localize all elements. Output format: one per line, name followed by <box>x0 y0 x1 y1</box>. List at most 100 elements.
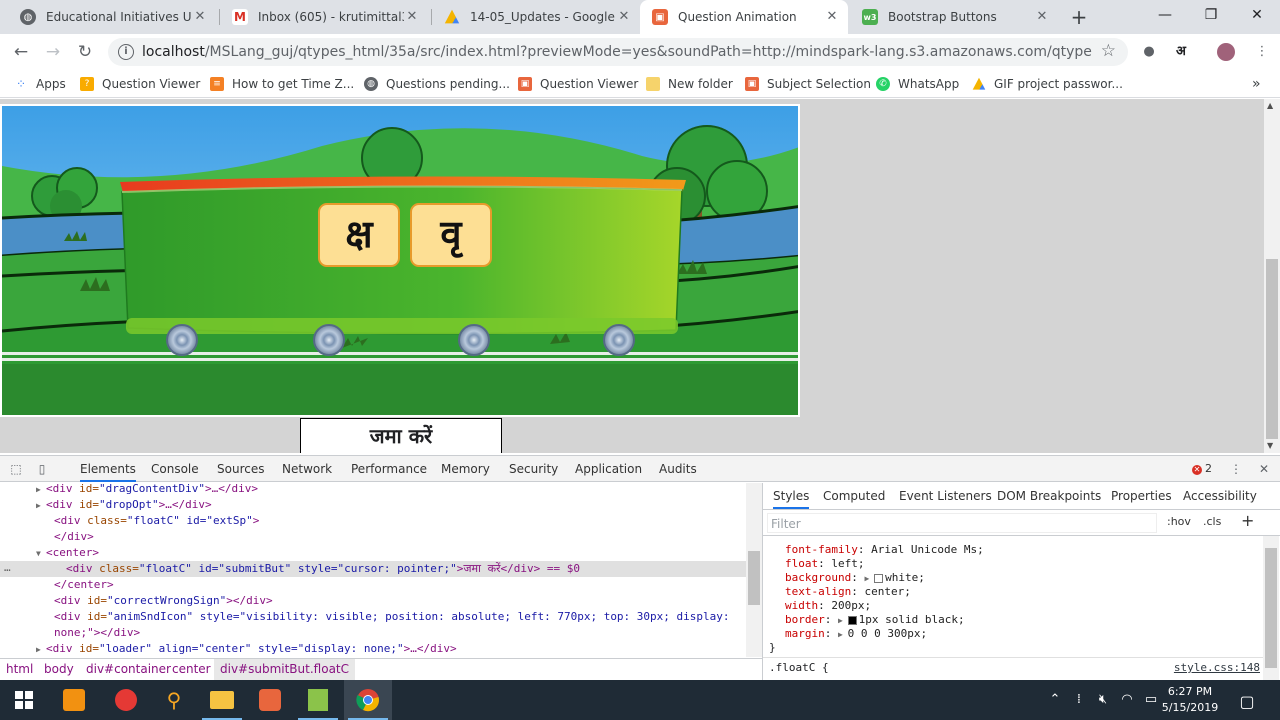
dom-node-line[interactable]: ▶ <div id="loader" align="center" style="… <box>0 641 746 657</box>
forward-button[interactable]: → <box>40 39 66 65</box>
taskbar-notepad[interactable] <box>294 680 342 720</box>
breadcrumb-center[interactable]: center <box>166 659 217 680</box>
devtools-tab-sources[interactable]: Sources <box>217 456 264 482</box>
bookmark-new-folder[interactable]: New folder <box>646 75 733 93</box>
devtools-tab-audits[interactable]: Audits <box>659 456 697 482</box>
expand-icon[interactable]: ▶ <box>838 616 848 625</box>
bookmark-time-zone[interactable]: ≡ How to get Time Z... <box>210 75 354 93</box>
taskbar-fruit-app[interactable] <box>102 680 150 720</box>
class-toggle[interactable]: .cls <box>1203 515 1221 528</box>
breadcrumb-submitbut[interactable]: div#submitBut.floatC <box>214 659 356 680</box>
dom-node-line[interactable]: ▶ <div id="dropOpt">…</div> <box>0 497 746 513</box>
extension-circle-icon[interactable]: ● <box>1141 44 1157 60</box>
page-scrollbar[interactable]: ▲ ▼ <box>1264 99 1280 453</box>
windows-start-button[interactable] <box>0 680 48 720</box>
devtools-tab-elements[interactable]: Elements <box>80 456 136 482</box>
expand-icon[interactable]: ▶ <box>838 630 848 639</box>
menu-kebab-icon[interactable]: ⋮ <box>1254 44 1270 60</box>
taskbar-file-explorer[interactable] <box>198 680 246 720</box>
device-toolbar-icon[interactable]: ▯ <box>34 461 50 477</box>
extension-hindi-icon[interactable]: अ <box>1173 44 1189 60</box>
color-swatch[interactable] <box>874 573 884 583</box>
css-rule-source-link[interactable]: style.css:148 <box>1174 661 1260 675</box>
close-icon[interactable]: ✕ <box>1034 9 1050 25</box>
css-rule-selector[interactable]: .floatC { <box>769 661 829 675</box>
devtools-close-icon[interactable]: ✕ <box>1256 461 1272 477</box>
profile-avatar[interactable] <box>1217 43 1235 61</box>
tab-educational-initiatives[interactable]: ◍ Educational Initiatives User ✕ <box>8 0 216 34</box>
show-hidden-icons[interactable]: ⌃ <box>1046 692 1064 707</box>
bookmark-subject-selection[interactable]: ▣ Subject Selection <box>745 75 871 93</box>
tab-gmail-inbox[interactable]: M Inbox (605) - krutimittal330 ✕ <box>220 0 428 34</box>
devtools-tab-memory[interactable]: Memory <box>441 456 490 482</box>
css-property[interactable]: text-align: center; <box>785 585 911 599</box>
close-icon[interactable]: ✕ <box>404 9 420 25</box>
battery-icon[interactable]: ▭ <box>1142 692 1160 707</box>
scrollbar-thumb[interactable] <box>1265 548 1277 668</box>
tab-question-animation[interactable]: ▣ Question Animation ✕ <box>640 0 848 34</box>
dom-node-line[interactable]: </center> <box>0 577 746 593</box>
styles-tab-styles[interactable]: Styles <box>773 483 810 509</box>
css-property[interactable]: float: left; <box>785 557 865 571</box>
bookmark-questions-pending[interactable]: ◍ Questions pending... <box>364 75 510 93</box>
breadcrumb-container[interactable]: div#container <box>80 659 177 680</box>
css-property[interactable]: margin: ▶ 0 0 0 300px; <box>785 627 927 641</box>
volume-muted-icon[interactable]: 🔇︎ <box>1094 692 1112 707</box>
error-counter[interactable]: ✕ 2 <box>1192 462 1212 475</box>
system-clock[interactable]: 6:27 PM 5/15/2019 <box>1160 684 1220 716</box>
expand-icon[interactable]: ▶ <box>864 574 874 583</box>
info-icon[interactable]: i <box>118 44 134 60</box>
bookmark-question-viewer-2[interactable]: ▣ Question Viewer <box>518 75 638 93</box>
dom-node-line[interactable]: </div> <box>0 529 746 545</box>
devtools-tab-security[interactable]: Security <box>509 456 558 482</box>
more-bookmarks-button[interactable]: » <box>1252 75 1261 93</box>
bookmark-star-icon[interactable]: ☆ <box>1101 41 1116 61</box>
scrollbar-thumb[interactable] <box>748 551 760 605</box>
scroll-down-icon[interactable]: ▼ <box>1267 441 1273 450</box>
close-icon[interactable]: ✕ <box>192 9 208 25</box>
breadcrumb-html[interactable]: html <box>0 659 39 680</box>
bookmark-whatsapp[interactable]: ✆ WhatsApp <box>876 75 959 93</box>
letter-tile-1[interactable]: क्ष <box>318 203 400 267</box>
styles-tab-properties[interactable]: Properties <box>1111 483 1172 509</box>
devtools-tab-performance[interactable]: Performance <box>351 456 427 482</box>
color-swatch[interactable] <box>847 615 857 625</box>
minimize-button[interactable]: — <box>1142 0 1188 30</box>
letter-tile-2[interactable]: वृ <box>410 203 492 267</box>
submit-button[interactable]: जमा करें <box>300 418 502 453</box>
devtools-tab-network[interactable]: Network <box>282 456 332 482</box>
action-center-icon[interactable]: ▢ <box>1238 692 1256 711</box>
scroll-up-icon[interactable]: ▲ <box>1267 101 1273 110</box>
devtools-menu-icon[interactable]: ⋮ <box>1228 461 1244 477</box>
add-rule-icon[interactable]: + <box>1241 511 1254 530</box>
styles-tab-accessibility[interactable]: Accessibility <box>1183 483 1257 509</box>
inspect-element-icon[interactable]: ⬚ <box>8 461 24 477</box>
dom-node-line[interactable]: <div id="animSndIcon" style="visibility:… <box>0 609 746 625</box>
dom-node-line[interactable]: <div id="correctWrongSign"></div> <box>0 593 746 609</box>
close-icon[interactable]: ✕ <box>824 9 840 25</box>
styles-filter-input[interactable]: Filter <box>767 513 1157 533</box>
tab-google-drive[interactable]: 14-05_Updates - Google Dr ✕ <box>432 0 640 34</box>
address-bar[interactable]: i localhost/MSLang_guj/qtypes_html/35a/s… <box>108 38 1128 66</box>
wifi-icon[interactable]: ◠ <box>1118 692 1136 707</box>
styles-tab-event-listeners[interactable]: Event Listeners <box>899 483 992 509</box>
hover-state-toggle[interactable]: :hov <box>1167 515 1191 528</box>
scrollbar-thumb[interactable] <box>1266 259 1278 439</box>
devtools-tab-application[interactable]: Application <box>575 456 642 482</box>
dom-node-line[interactable]: ▼ <center> <box>0 545 746 561</box>
reload-button[interactable]: ↻ <box>72 39 98 65</box>
back-button[interactable]: ← <box>8 39 34 65</box>
breadcrumb-body[interactable]: body <box>38 659 80 680</box>
css-property[interactable]: width: 200px; <box>785 599 871 613</box>
url-text[interactable]: localhost/MSLang_guj/qtypes_html/35a/src… <box>142 44 1092 60</box>
new-tab-button[interactable]: + <box>1068 6 1090 28</box>
dom-node-line[interactable]: ▶ <div id="dragContentDiv">…</div> <box>0 483 746 497</box>
css-property[interactable]: font-family: Arial Unicode Ms; <box>785 543 984 557</box>
network-share-icon[interactable]: ⁞ <box>1070 692 1088 707</box>
bookmark-question-viewer[interactable]: ? Question Viewer <box>80 75 200 93</box>
taskbar-sublime[interactable] <box>50 680 98 720</box>
dom-node-line[interactable]: <div class="floatC" id="extSp"> <box>0 513 746 529</box>
bookmark-apps[interactable]: ⁘ Apps <box>14 75 66 93</box>
dom-node-line[interactable]: none;"></div> <box>0 625 746 641</box>
css-property[interactable]: background: ▶ white; <box>785 571 925 585</box>
